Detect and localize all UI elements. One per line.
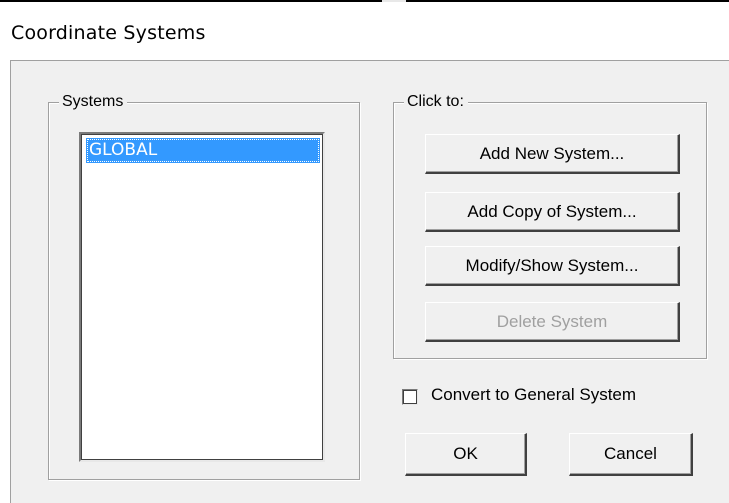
actions-group-label: Click to: (404, 92, 468, 112)
top-border (0, 0, 729, 2)
modify-show-system-button[interactable]: Modify/Show System... (425, 246, 680, 286)
delete-system-button[interactable]: Delete System (425, 302, 680, 342)
systems-group-label: Systems (59, 92, 128, 112)
ok-button[interactable]: OK (405, 433, 527, 476)
list-item-global[interactable]: GLOBAL (86, 138, 320, 163)
systems-listbox[interactable]: GLOBAL (79, 132, 325, 462)
convert-to-general-system-checkbox[interactable] (402, 389, 418, 405)
cancel-button[interactable]: Cancel (569, 433, 693, 476)
dialog-title: Coordinate Systems (11, 22, 206, 44)
add-copy-of-system-button[interactable]: Add Copy of System... (425, 192, 680, 232)
top-border-gap (382, 0, 406, 2)
coordinate-systems-dialog: Coordinate Systems Systems GLOBAL Click … (0, 0, 729, 503)
add-new-system-button[interactable]: Add New System... (425, 134, 680, 174)
convert-to-general-system-label: Convert to General System (431, 385, 637, 404)
